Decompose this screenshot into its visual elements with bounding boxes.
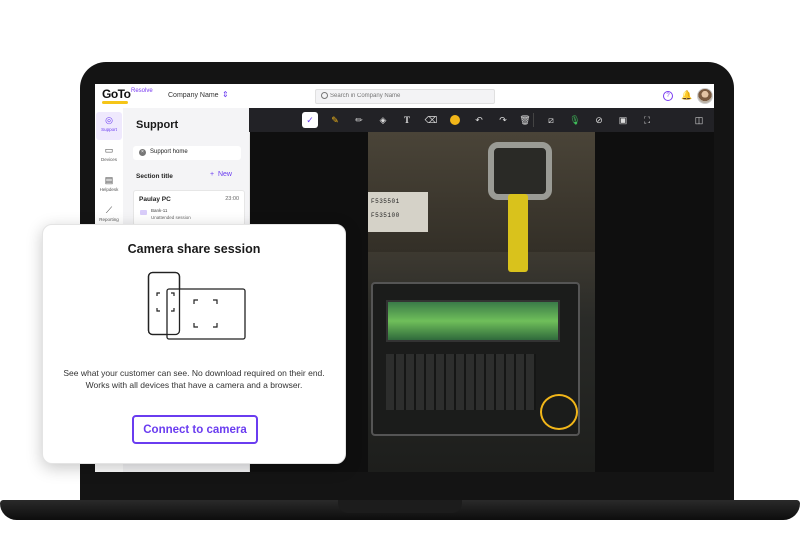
company-selector[interactable]: Company Name [168, 92, 219, 99]
speaker-mute-icon[interactable]: ⊘ [591, 112, 607, 128]
annotation-circle [540, 394, 578, 430]
dialog-description-line-1: See what your customer can see. No downl… [63, 368, 325, 378]
color-swatch [450, 114, 460, 125]
dialog-title: Camera share session [127, 242, 261, 256]
search-input[interactable] [330, 91, 480, 101]
barcode-text-1: F535501 [371, 198, 400, 205]
color-picker-icon[interactable] [447, 112, 463, 128]
support-home-chip[interactable]: × Support home [133, 146, 241, 160]
new-button[interactable]: + New [210, 171, 232, 178]
annotation-toolbar: ✓ ✎ ✏ ◈ T ⌫ ↶ ↷ 🗑 ⧄ 🎙 ⊘ ▣ ⛶ ◫ [249, 108, 714, 132]
terminal-keypad [386, 354, 536, 410]
panel-title: Support [136, 119, 179, 131]
scanner-handle [508, 194, 528, 272]
text-icon[interactable]: T [399, 112, 415, 128]
check-icon[interactable]: ✓ [302, 112, 318, 128]
rail-item-label: Helpdesk [99, 187, 119, 192]
eraser-icon[interactable]: ⌫ [423, 112, 439, 128]
monitor-icon [140, 210, 147, 215]
rail-item-helpdesk[interactable]: ▤ Helpdesk [96, 172, 122, 200]
microphone-icon[interactable]: 🎙 [567, 112, 583, 128]
devices-icon: ▭ [104, 145, 114, 155]
dialog-description: See what your customer can see. No downl… [55, 367, 333, 391]
phone-tablet-illustration-icon [147, 271, 246, 340]
rail-item-devices[interactable]: ▭ Devices [96, 142, 122, 170]
shapes-icon[interactable]: ◈ [375, 112, 391, 128]
rail-item-label: Reporting [99, 217, 119, 222]
barcode-text-2: F535100 [371, 212, 400, 219]
app-logo[interactable]: GoTo [102, 87, 131, 101]
undo-icon[interactable]: ↶ [471, 112, 487, 128]
close-icon[interactable]: × [139, 149, 146, 156]
camera-share-dialog: Camera share session See what your custo… [42, 224, 346, 464]
rail-item-label: Support [101, 127, 117, 132]
trash-icon[interactable]: 🗑 [517, 112, 533, 128]
chart-icon: ⟋ [105, 205, 113, 215]
toolbar-divider [533, 113, 534, 127]
logo-underline [102, 101, 128, 104]
avatar[interactable] [697, 88, 713, 104]
session-time: 23:00 [225, 196, 239, 202]
lifebuoy-icon: ◎ [105, 115, 113, 125]
camera-off-icon[interactable]: ⧄ [543, 112, 559, 128]
connect-to-camera-button[interactable]: Connect to camera [132, 415, 258, 444]
plus-icon: + [210, 171, 215, 178]
ticket-icon: ▤ [104, 175, 114, 185]
search-icon [321, 92, 328, 99]
rail-item-support[interactable]: ◎ Support [96, 112, 122, 140]
session-device: Bank-11 [151, 208, 168, 213]
rail-item-label: Devices [100, 157, 117, 162]
fullscreen-icon[interactable]: ⛶ [639, 112, 655, 128]
chevron-up-down-icon[interactable]: ⇕ [222, 90, 229, 99]
scanner-head [488, 142, 552, 200]
dialog-description-line-2: Works with all devices that have a camer… [85, 380, 303, 390]
highlighter-icon[interactable]: ✎ [327, 112, 343, 128]
new-label: New [217, 171, 232, 178]
search-box[interactable] [315, 89, 495, 104]
support-home-label: Support home [150, 149, 188, 155]
panel-toggle-icon[interactable]: ◫ [691, 112, 707, 128]
redo-icon[interactable]: ↷ [495, 112, 511, 128]
session-card[interactable]: Paulay PC 23:00 Bank-11 Unattended sessi… [133, 190, 245, 226]
help-icon[interactable]: ? [663, 91, 673, 101]
screenshot-icon[interactable]: ▣ [615, 112, 631, 128]
session-type: Unattended session [151, 215, 191, 220]
bell-icon[interactable]: 🔔 [681, 90, 692, 101]
terminal-screen [386, 300, 560, 342]
pen-icon[interactable]: ✏ [351, 112, 367, 128]
top-bar: GoTo Resolve Company Name ⇕ ? 🔔 [95, 84, 714, 109]
laptop-notch [338, 500, 462, 513]
camera-video-feed: F535501 F535100 [368, 132, 595, 472]
section-title: Section title [136, 173, 173, 180]
logo-subtitle: Resolve [131, 88, 153, 94]
session-name: Paulay PC [139, 196, 171, 203]
